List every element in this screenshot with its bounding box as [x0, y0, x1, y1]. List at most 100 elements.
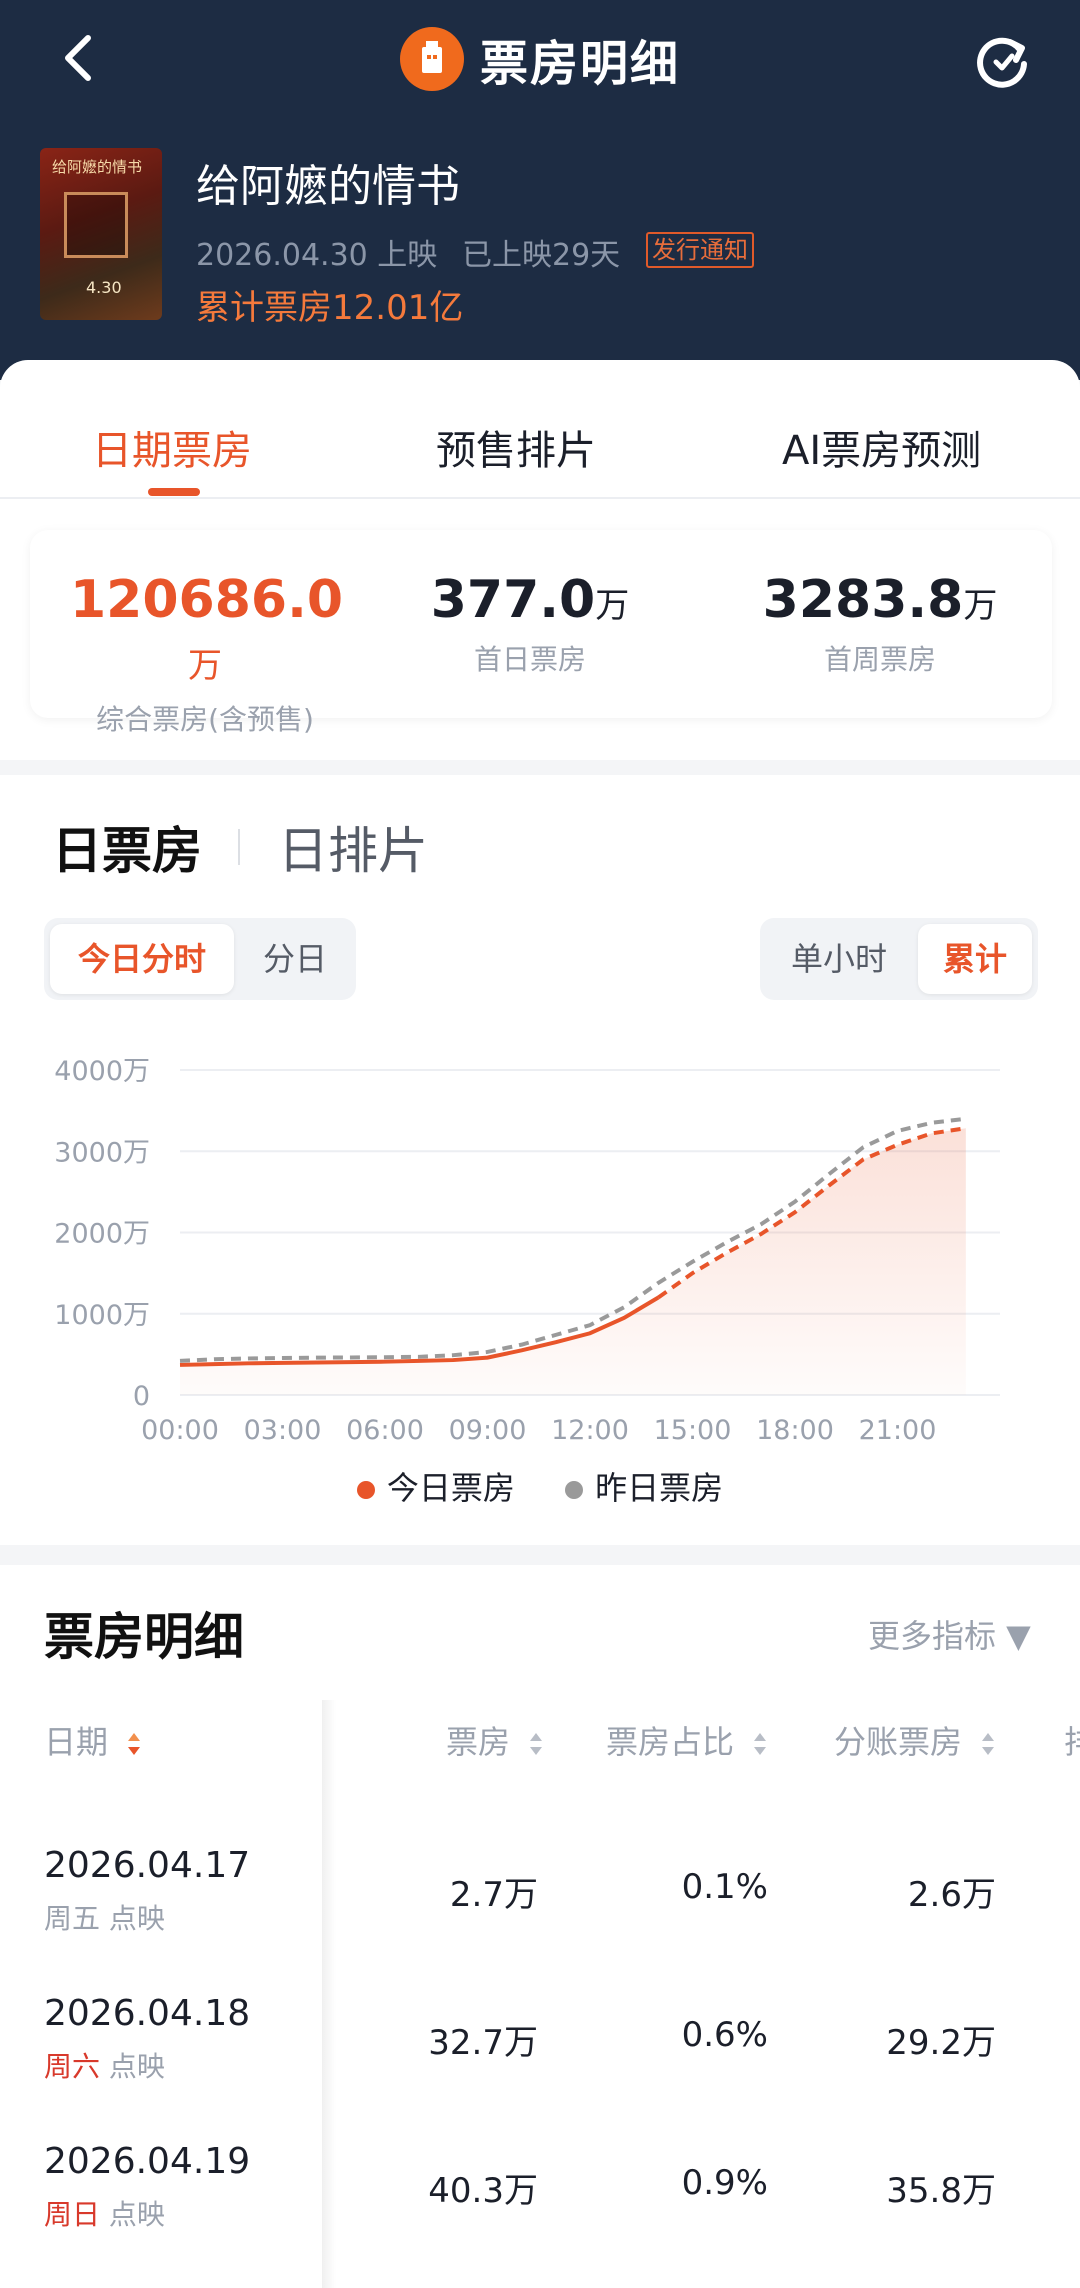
row-weekday: 周六 [44, 2050, 101, 2083]
table-row[interactable]: 2026.04.17 周五 点映 2.7万 0.1% 2.6万 [0, 1845, 1080, 1995]
more-metrics-dropdown[interactable]: 更多指标 ▼ [868, 1611, 1031, 1657]
row-date: 2026.04.19 [44, 2141, 251, 2182]
x-tick-label: 03:00 [244, 1415, 322, 1445]
stat-first-day-label: 首日票房 [473, 643, 586, 676]
legend-today-label: 今日票房 [386, 1469, 515, 1507]
header-date-label: 日期 [44, 1723, 109, 1761]
header: 票房明细 给阿嬷的情书 4.30 给阿嬷的情书 2026.04.30 上映 已上… [0, 0, 1080, 380]
tab-daily-screenings[interactable]: 日排片 [278, 811, 428, 883]
row-share: 0.9% [681, 2163, 768, 2203]
legend-yesterday-label: 昨日票房 [595, 1469, 724, 1507]
toggle-by-day[interactable]: 分日 [240, 924, 350, 994]
row-split: 2.6万 [907, 1875, 996, 1915]
tab-ai-forecast[interactable]: AI票房预测 [782, 418, 981, 476]
days-showing: 已上映29天 [462, 238, 621, 273]
row-boxoffice: 2.7万 [449, 1875, 538, 1915]
legend-yesterday-dot [565, 1481, 584, 1499]
poster-date-text: 4.30 [86, 278, 122, 297]
nav-title-group: 票房明细 [0, 26, 1080, 92]
total-boxoffice: 累计票房12.01亿 [196, 288, 464, 328]
stat-total: 120686.0万 综合票房(含预售) [70, 570, 344, 738]
y-tick-label: 3000万 [54, 1137, 150, 1168]
toggle-cumulative[interactable]: 累计 [918, 924, 1032, 994]
header-share-label: 票房占比 [606, 1723, 735, 1761]
stat-first-day-value: 377.0万 [430, 570, 630, 630]
detail-table-title: 票房明细 [44, 1608, 244, 1666]
header-share[interactable]: 票房占比 [606, 1717, 768, 1763]
row-boxoffice: 32.7万 [428, 2023, 538, 2063]
stat-total-value: 120686.0万 [70, 570, 344, 686]
boxoffice-detail-section: 票房明细 更多指标 ▼ 日期 票房 票房占比 分账票房 排 2026.04.17… [0, 1565, 1080, 2288]
page-title: 票房明细 [479, 36, 680, 92]
summary-stats-card: 120686.0万 综合票房(含预售) 377.0万 首日票房 3283.8万 … [30, 530, 1052, 736]
sort-icon [530, 1733, 543, 1755]
poster-artwork [64, 192, 128, 258]
x-tick-label: 15:00 [654, 1415, 732, 1445]
x-tick-label: 09:00 [449, 1415, 527, 1445]
movie-info: 给阿嬷的情书 4.30 给阿嬷的情书 2026.04.30 上映 已上映29天 … [40, 148, 1040, 328]
stat-first-week-label: 首周票房 [823, 643, 936, 676]
release-date: 2026.04.30 上映 [196, 238, 438, 273]
table-row[interactable]: 2026.04.18 周六 点映 32.7万 0.6% 29.2万 [0, 1993, 1080, 2143]
tab-daily-revenue[interactable]: 日票房 [52, 811, 202, 883]
header-split-label: 分账票房 [834, 1723, 963, 1761]
header-truncated[interactable]: 排 [1064, 1717, 1080, 1763]
row-share: 0.6% [681, 2015, 768, 2055]
row-sub: 周六 点映 [44, 2045, 165, 2085]
y-tick-label: 1000万 [54, 1300, 150, 1331]
row-share: 0.1% [681, 1867, 768, 1907]
stat-total-label: 综合票房(含预售) [96, 703, 314, 736]
legend-today-dot [356, 1481, 375, 1499]
nav-bar: 票房明细 [0, 0, 1080, 120]
sort-icon [754, 1733, 767, 1755]
row-weekday: 周五 [44, 1902, 101, 1935]
y-tick-label: 0 [133, 1381, 150, 1412]
app-logo-icon [399, 27, 464, 91]
legend-today[interactable]: 今日票房 [356, 1463, 515, 1509]
toggle-today-hourly[interactable]: 今日分时 [50, 924, 234, 994]
y-tick-label: 4000万 [54, 1056, 150, 1087]
row-boxoffice: 40.3万 [428, 2171, 538, 2211]
row-date: 2026.04.18 [44, 1993, 251, 2034]
chart-legend: 今日票房 昨日票房 [0, 1463, 1080, 1509]
row-split: 29.2万 [886, 2023, 996, 2063]
sort-icon [982, 1733, 995, 1755]
header-boxoffice[interactable]: 票房 [446, 1717, 544, 1763]
time-granularity-toggle: 今日分时 分日 [44, 918, 356, 1000]
x-tick-label: 18:00 [756, 1415, 834, 1445]
stat-first-week-value: 3283.8万 [762, 570, 998, 630]
row-date: 2026.04.17 [44, 1845, 251, 1886]
row-split: 35.8万 [886, 2171, 996, 2211]
hourly-boxoffice-chart: 0 1000万 2000万 3000万 4000万 00:00 03:00 06:00 09:0… [54, 1056, 1000, 1445]
legend-yesterday[interactable]: 昨日票房 [565, 1463, 723, 1509]
sort-active-icon [128, 1733, 141, 1755]
y-tick-label: 2000万 [54, 1219, 150, 1250]
x-tick-label: 21:00 [859, 1415, 937, 1445]
movie-poster[interactable]: 给阿嬷的情书 4.30 [40, 148, 162, 320]
row-weekday: 周日 [44, 2198, 101, 2231]
x-tick-label: 06:00 [346, 1415, 424, 1445]
section-tab-divider [238, 829, 240, 865]
tab-daily-boxoffice[interactable]: 日期票房 [92, 418, 252, 476]
header-split-boxoffice[interactable]: 分账票房 [834, 1717, 996, 1763]
release-notice-badge[interactable]: 发行通知 [646, 232, 754, 268]
chart-section: 日票房 日排片 今日分时 分日 单小时 累计 0 1000万 2000万 3000万 4… [0, 775, 1080, 1545]
table-row[interactable]: 2026.04.19 周日 点映 40.3万 0.9% 35.8万 [0, 2141, 1080, 2288]
row-sub: 周日 点映 [44, 2193, 165, 2233]
tabs-divider [0, 497, 1080, 499]
refresh-icon [977, 37, 1027, 88]
movie-title: 给阿嬷的情书 [196, 161, 460, 212]
header-date[interactable]: 日期 [44, 1717, 142, 1763]
poster-title-text: 给阿嬷的情书 [52, 158, 143, 176]
x-tick-label: 00:00 [141, 1415, 219, 1445]
row-type: 点映 [108, 1902, 165, 1935]
row-type: 点映 [108, 2198, 165, 2231]
tab-presale-schedule[interactable]: 预售排片 [436, 418, 596, 476]
aggregation-toggle: 单小时 累计 [760, 918, 1038, 1000]
row-type: 点映 [108, 2050, 165, 2083]
toggle-single-hour[interactable]: 单小时 [766, 924, 912, 994]
refresh-button[interactable] [970, 28, 1034, 92]
stat-first-day: 377.0万 首日票房 [410, 570, 650, 678]
active-tab-indicator [148, 488, 200, 496]
today-area-fill [180, 1128, 966, 1395]
